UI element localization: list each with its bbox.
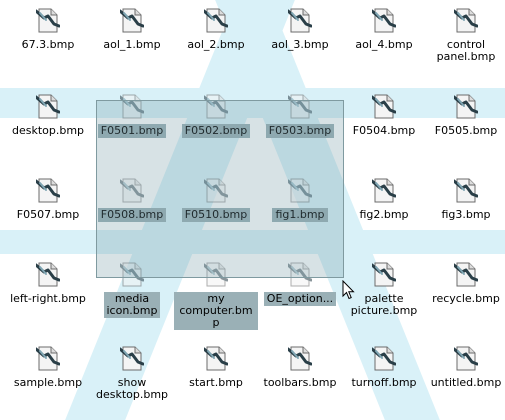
bitmap-file-icon: [370, 260, 397, 288]
file-label: aol_3.bmp: [271, 38, 329, 51]
file-item[interactable]: control panel.bmp: [424, 0, 505, 68]
bitmap-file-icon: [452, 344, 479, 372]
bitmap-file-icon: [34, 176, 61, 204]
bitmap-file-icon: [34, 6, 61, 34]
file-label: F0507.bmp: [16, 208, 80, 221]
bitmap-file-icon: [34, 260, 61, 288]
file-label: F0510.bmp: [181, 208, 251, 222]
file-label: fig1.bmp: [272, 208, 328, 222]
bitmap-file-icon: [118, 6, 145, 34]
file-label: palette picture.bmp: [350, 292, 418, 317]
file-label: aol_1.bmp: [103, 38, 161, 51]
file-label: F0504.bmp: [352, 124, 416, 137]
file-item[interactable]: aol_1.bmp: [90, 0, 174, 68]
file-label: sample.bmp: [13, 376, 83, 389]
file-item[interactable]: show desktop.bmp: [90, 338, 174, 406]
bitmap-file-icon: [370, 92, 397, 120]
bitmap-file-icon: [118, 260, 145, 288]
bitmap-file-icon: [202, 344, 229, 372]
file-label: aol_2.bmp: [187, 38, 245, 51]
bitmap-file-icon: [452, 92, 479, 120]
file-item[interactable]: fig1.bmp: [258, 170, 342, 238]
mouse-pointer-icon: [342, 280, 355, 300]
file-label: turnoff.bmp: [351, 376, 417, 389]
file-item[interactable]: untitled.bmp: [424, 338, 505, 406]
file-item[interactable]: F0501.bmp: [90, 86, 174, 154]
file-label: left-right.bmp: [10, 292, 86, 305]
file-label: F0502.bmp: [181, 124, 251, 138]
bitmap-file-icon: [286, 6, 313, 34]
file-label: aol_4.bmp: [355, 38, 413, 51]
bitmap-file-icon: [452, 176, 479, 204]
file-item[interactable]: sample.bmp: [6, 338, 90, 406]
file-item[interactable]: F0504.bmp: [342, 86, 426, 154]
file-label: my computer.bmp: [174, 292, 258, 330]
file-label: fig3.bmp: [441, 208, 491, 221]
file-label: show desktop.bmp: [95, 376, 169, 401]
bitmap-file-icon: [286, 92, 313, 120]
bitmap-file-icon: [370, 6, 397, 34]
file-item[interactable]: desktop.bmp: [6, 86, 90, 154]
bitmap-file-icon: [202, 176, 229, 204]
bitmap-file-icon: [452, 6, 479, 34]
file-label: start.bmp: [189, 376, 243, 389]
file-label: F0508.bmp: [97, 208, 167, 222]
bitmap-file-icon: [286, 344, 313, 372]
file-label: recycle.bmp: [432, 292, 500, 305]
file-item[interactable]: fig3.bmp: [424, 170, 505, 238]
bitmap-file-icon: [202, 6, 229, 34]
bitmap-file-icon: [118, 344, 145, 372]
file-item[interactable]: F0502.bmp: [174, 86, 258, 154]
file-label: fig2.bmp: [359, 208, 409, 221]
file-item[interactable]: F0510.bmp: [174, 170, 258, 238]
bitmap-file-icon: [370, 176, 397, 204]
file-label: control panel.bmp: [436, 38, 496, 63]
file-label: OE_option...: [263, 292, 337, 306]
file-item[interactable]: aol_3.bmp: [258, 0, 342, 68]
file-item[interactable]: 67.3.bmp: [6, 0, 90, 68]
bitmap-file-icon: [34, 344, 61, 372]
file-item[interactable]: start.bmp: [174, 338, 258, 406]
bitmap-file-icon: [118, 176, 145, 204]
file-item[interactable]: turnoff.bmp: [342, 338, 426, 406]
file-label: 67.3.bmp: [21, 38, 75, 51]
file-item[interactable]: OE_option...: [258, 254, 342, 322]
file-item[interactable]: F0503.bmp: [258, 86, 342, 154]
bitmap-file-icon: [202, 92, 229, 120]
file-item[interactable]: recycle.bmp: [424, 254, 505, 322]
file-label: F0503.bmp: [265, 124, 335, 138]
bitmap-file-icon: [118, 92, 145, 120]
file-label: F0505.bmp: [434, 124, 498, 137]
file-icon-grid: 67.3.bmp aol_1.bmp aol_2.bmp aol_3.bmp aol_4…: [0, 0, 505, 420]
file-label: desktop.bmp: [11, 124, 85, 137]
bitmap-file-icon: [452, 260, 479, 288]
file-label: F0501.bmp: [97, 124, 167, 138]
file-item[interactable]: F0508.bmp: [90, 170, 174, 238]
file-item[interactable]: aol_2.bmp: [174, 0, 258, 68]
bitmap-file-icon: [202, 260, 229, 288]
file-item[interactable]: aol_4.bmp: [342, 0, 426, 68]
bitmap-file-icon: [286, 176, 313, 204]
file-label: toolbars.bmp: [263, 376, 337, 389]
bitmap-file-icon: [286, 260, 313, 288]
file-item[interactable]: F0507.bmp: [6, 170, 90, 238]
bitmap-file-icon: [370, 344, 397, 372]
file-item[interactable]: F0505.bmp: [424, 86, 505, 154]
bitmap-file-icon: [34, 92, 61, 120]
file-item[interactable]: fig2.bmp: [342, 170, 426, 238]
file-label: untitled.bmp: [430, 376, 502, 389]
file-label: media icon.bmp: [103, 292, 161, 318]
file-item[interactable]: my computer.bmp: [174, 254, 258, 330]
file-item[interactable]: toolbars.bmp: [258, 338, 342, 406]
file-item[interactable]: media icon.bmp: [90, 254, 174, 322]
file-item[interactable]: left-right.bmp: [6, 254, 90, 322]
